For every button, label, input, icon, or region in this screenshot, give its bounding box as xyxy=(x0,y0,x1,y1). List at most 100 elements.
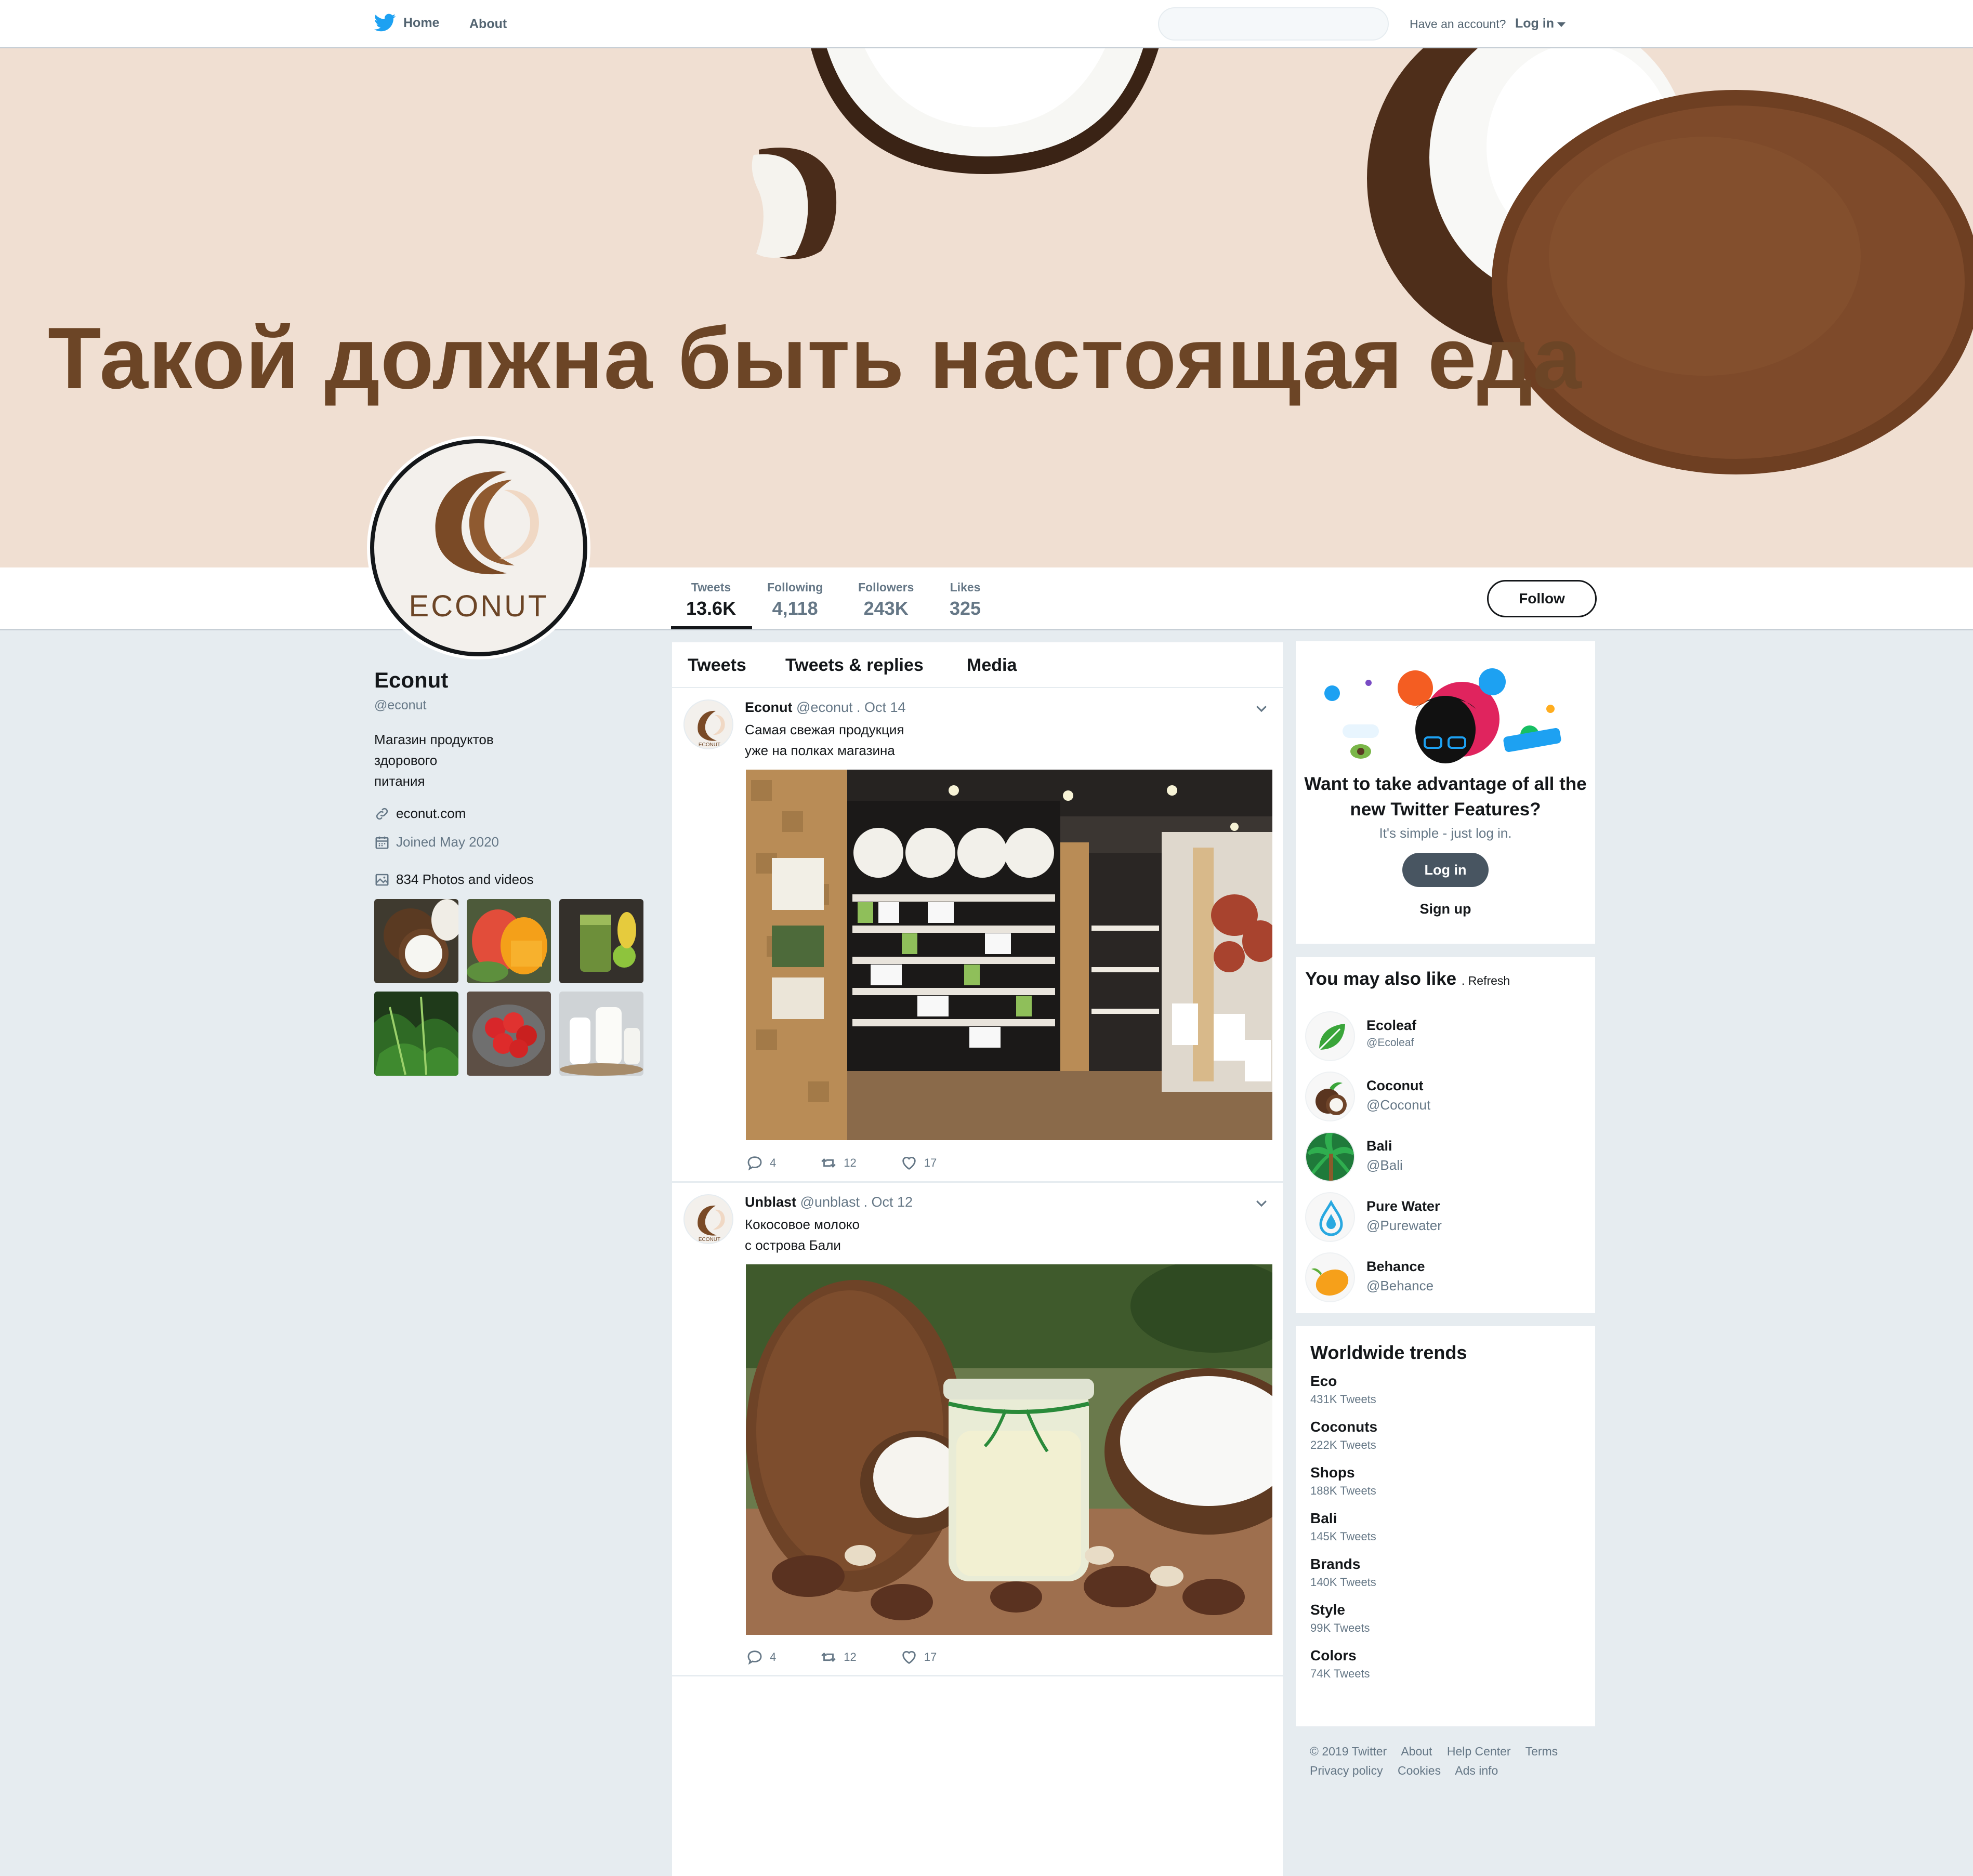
suggested-account-name: Bali xyxy=(1366,1138,1392,1154)
trend-count: 99K Tweets xyxy=(1310,1621,1370,1634)
stat-likes-label: Likes xyxy=(950,580,981,594)
tweet-author-handle[interactable]: @econut xyxy=(796,699,852,715)
smoothie-photo[interactable] xyxy=(559,899,643,983)
tweet-text: Кокосовое молоко с острова Бали xyxy=(745,1217,860,1253)
trend-item[interactable]: Brands 140K Tweets xyxy=(1310,1556,1376,1589)
like-count: 17 xyxy=(924,1156,937,1169)
profile-joined-label: Joined May 2020 xyxy=(396,834,499,850)
coconut-milk-photo[interactable] xyxy=(746,1264,1272,1635)
milk-photo[interactable] xyxy=(559,992,643,1076)
trend-name: Shops xyxy=(1310,1464,1355,1481)
reply-button[interactable]: 4 xyxy=(746,1154,776,1172)
profile-banner: Такой должна быть настоящая еда xyxy=(0,48,1973,567)
like-button[interactable]: 17 xyxy=(900,1154,937,1172)
profile-media-label: 834 Photos and videos xyxy=(396,871,534,887)
coconut-piece-image xyxy=(752,148,837,259)
tweet-author-name[interactable]: Unblast xyxy=(745,1194,796,1210)
trend-item[interactable]: Bali 145K Tweets xyxy=(1310,1510,1376,1543)
timeline-tabs: Tweets Tweets & replies Media xyxy=(672,642,1283,688)
caret-down-icon xyxy=(1557,22,1566,27)
footer-help-link[interactable]: Help Center xyxy=(1447,1745,1511,1758)
who-to-follow-heading: You may also like xyxy=(1305,969,1457,989)
tweet-avatar[interactable]: ECONUT xyxy=(683,699,733,749)
tweet-author-handle[interactable]: @unblast xyxy=(800,1194,860,1210)
suggested-account-handle: @Behance xyxy=(1366,1278,1434,1293)
tweet-date[interactable]: . Oct 12 xyxy=(864,1194,913,1210)
footer-about-link[interactable]: About xyxy=(1401,1745,1432,1758)
profile-bio: Магазин продуктов здорового питания xyxy=(374,732,494,789)
chevron-down-icon[interactable] xyxy=(1254,701,1269,716)
tweet-date[interactable]: . Oct 14 xyxy=(857,699,906,715)
strawberries-photo[interactable] xyxy=(467,992,551,1076)
stat-tweets[interactable]: Tweets 13.6K xyxy=(686,580,736,619)
tweet-item[interactable]: ECONUT Econut @econut . Oct 14 Самая све… xyxy=(672,689,1283,1183)
trend-count: 431K Tweets xyxy=(1310,1393,1376,1406)
follow-button[interactable]: Follow xyxy=(1487,580,1597,617)
stat-following[interactable]: Following 4,118 xyxy=(767,580,823,619)
suggested-account[interactable]: Behance @Behance xyxy=(1305,1252,1433,1302)
tweet-header: Unblast @unblast . Oct 12 xyxy=(745,1194,913,1210)
profile-media-link[interactable]: 834 Photos and videos xyxy=(374,871,534,888)
retweet-icon xyxy=(821,1652,836,1662)
trend-item[interactable]: Colors 74K Tweets xyxy=(1310,1647,1370,1681)
suggested-account[interactable]: Bali @Bali xyxy=(1305,1132,1403,1182)
footer-privacy-link[interactable]: Privacy policy xyxy=(1310,1764,1383,1777)
profile-joined: Joined May 2020 xyxy=(374,834,499,850)
tweet-author-name[interactable]: Econut xyxy=(745,699,793,715)
nav-home-link[interactable]: Home xyxy=(374,14,439,32)
svg-text:ECONUT: ECONUT xyxy=(699,742,720,748)
suggested-account-handle: @Purewater xyxy=(1366,1218,1442,1233)
footer-row-1: © 2019 Twitter About Help Center Terms xyxy=(1310,1742,1601,1761)
like-button[interactable]: 17 xyxy=(900,1648,937,1666)
search-input[interactable] xyxy=(1158,7,1389,41)
tweet-actions: 4 12 17 xyxy=(746,1648,980,1666)
nav-login-dropdown[interactable]: Log in xyxy=(1515,16,1566,31)
profile-website[interactable]: econut.com xyxy=(374,805,466,822)
heart-icon xyxy=(902,1651,916,1664)
tab-tweets[interactable]: Tweets xyxy=(688,655,746,676)
footer-terms-link[interactable]: Terms xyxy=(1525,1745,1558,1758)
suggested-account-name: Pure Water xyxy=(1366,1198,1440,1214)
trend-item[interactable]: Style 99K Tweets xyxy=(1310,1602,1370,1635)
footer-row-2: Privacy policy Cookies Ads info xyxy=(1310,1761,1601,1780)
suggested-account-name: Behance xyxy=(1366,1259,1425,1274)
stat-tweets-label: Tweets xyxy=(691,580,731,594)
suggested-account[interactable]: Ecoleaf @Ecoleaf xyxy=(1305,1011,1416,1061)
suggested-account[interactable]: Pure Water @Purewater xyxy=(1305,1192,1442,1242)
login-promo-card: Want to take advantage of all the new Tw… xyxy=(1296,641,1595,944)
tab-media[interactable]: Media xyxy=(967,655,1017,676)
retweet-button[interactable]: 12 xyxy=(820,1648,857,1666)
tab-tweets-replies[interactable]: Tweets & replies xyxy=(785,655,924,676)
trends-card: Worldwide trends Eco 431K Tweets Coconut… xyxy=(1296,1326,1595,1726)
svg-text:ECONUT: ECONUT xyxy=(699,1237,720,1243)
chevron-down-icon[interactable] xyxy=(1254,1195,1269,1211)
trend-item[interactable]: Shops 188K Tweets xyxy=(1310,1464,1376,1498)
footer-ads-link[interactable]: Ads info xyxy=(1455,1764,1498,1777)
promo-login-button[interactable]: Log in xyxy=(1402,853,1489,887)
promo-title: Want to take advantage of all the new Tw… xyxy=(1304,774,1587,820)
trend-item[interactable]: Eco 431K Tweets xyxy=(1310,1373,1376,1406)
avatar-logo-text: ECONUT xyxy=(409,589,549,623)
stat-likes[interactable]: Likes 325 xyxy=(950,580,981,619)
tweet-item[interactable]: ECONUT Unblast @unblast . Oct 12 Кокосов… xyxy=(672,1183,1283,1676)
promo-signup-link[interactable]: Sign up xyxy=(1296,901,1595,917)
profile-avatar[interactable]: ECONUT xyxy=(370,439,587,656)
stat-following-value: 4,118 xyxy=(772,598,818,619)
stat-likes-value: 325 xyxy=(950,598,981,619)
stat-followers[interactable]: Followers 243K xyxy=(858,580,914,619)
mango-photo[interactable] xyxy=(467,899,551,983)
tweet-avatar[interactable]: ECONUT xyxy=(683,1194,733,1244)
footer-cookies-link[interactable]: Cookies xyxy=(1398,1764,1441,1777)
trend-item[interactable]: Coconuts 222K Tweets xyxy=(1310,1419,1377,1452)
greens-photo[interactable] xyxy=(374,992,458,1076)
coconut-photo[interactable] xyxy=(374,899,458,983)
coconut-icon xyxy=(1305,1072,1355,1121)
refresh-link[interactable]: . Refresh xyxy=(1462,974,1510,987)
store-interior-photo[interactable] xyxy=(746,770,1272,1140)
nav-about-link[interactable]: About xyxy=(469,17,507,32)
retweet-button[interactable]: 12 xyxy=(820,1154,857,1172)
calendar-icon xyxy=(375,836,389,849)
suggested-account[interactable]: Coconut @Coconut xyxy=(1305,1072,1430,1121)
trend-count: 188K Tweets xyxy=(1310,1484,1376,1497)
reply-button[interactable]: 4 xyxy=(746,1648,776,1666)
